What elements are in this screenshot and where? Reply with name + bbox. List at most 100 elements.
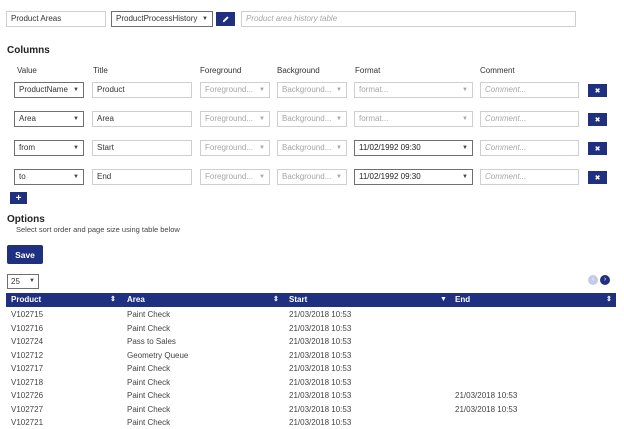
chevron-down-icon: ▼ <box>73 87 79 93</box>
format-select[interactable]: 11/02/1992 09:30 ▼ <box>354 140 473 156</box>
col-header-title: Title <box>93 66 108 75</box>
table-select[interactable]: ProductProcessHistory ▼ <box>111 11 213 27</box>
comment-input[interactable]: Comment... <box>480 111 579 127</box>
chevron-down-icon: ▼ <box>259 116 265 122</box>
area-name-field[interactable]: Product Areas <box>6 11 106 27</box>
cell-product: V102718 <box>11 377 44 387</box>
cell-area: Paint Check <box>127 364 171 373</box>
sort-both-icon[interactable]: ⇕ <box>273 293 279 307</box>
cell-end: 21/03/2018 10:53 <box>455 404 518 414</box>
chevron-down-icon: ▼ <box>259 87 265 93</box>
options-heading: Options <box>7 214 45 225</box>
add-column-button[interactable]: + <box>10 192 27 204</box>
chevron-down-icon: ▼ <box>462 116 468 122</box>
cell-start: 21/03/2018 10:53 <box>289 377 352 387</box>
title-input[interactable]: Area <box>92 111 192 127</box>
value-select[interactable]: ProductName ▼ <box>14 82 84 98</box>
comment-input[interactable]: Comment... <box>480 140 579 156</box>
value-select-text: to <box>19 172 26 181</box>
sort-both-icon[interactable]: ⇕ <box>110 293 116 307</box>
cell-end: 21/03/2018 10:53 <box>455 391 518 400</box>
format-select-text: format... <box>359 114 389 123</box>
title-input[interactable]: Start <box>92 140 192 156</box>
background-select-text: Background... <box>282 143 332 152</box>
chevron-down-icon: ▼ <box>336 116 342 122</box>
close-icon: ✖ <box>594 174 601 182</box>
prev-page-icon[interactable]: ‹ <box>588 275 598 285</box>
th-end[interactable]: End <box>455 293 470 307</box>
description-field[interactable]: Product area history table <box>241 11 576 27</box>
comment-input[interactable]: Comment... <box>480 82 579 98</box>
cell-start: 21/03/2018 10:53 <box>289 337 352 346</box>
page-size-select[interactable]: 25 ▼ <box>7 274 39 289</box>
chevron-down-icon: ▼ <box>336 87 342 93</box>
cell-start: 21/03/2018 10:53 <box>289 350 352 360</box>
table-row[interactable]: V102721 Paint Check 21/03/2018 10:53 <box>6 416 616 429</box>
cell-product: V102726 <box>11 391 44 400</box>
remove-column-button[interactable]: ✖ <box>588 171 607 184</box>
sort-both-icon[interactable]: ⇕ <box>606 293 612 307</box>
edit-table-button[interactable] <box>216 12 235 26</box>
next-page-icon[interactable]: › <box>600 275 610 285</box>
chevron-down-icon: ▼ <box>462 174 468 180</box>
cell-area: Paint Check <box>127 310 171 319</box>
title-input[interactable]: Product <box>92 82 192 98</box>
th-start[interactable]: Start <box>289 293 307 307</box>
remove-column-button[interactable]: ✖ <box>588 84 607 97</box>
remove-column-button[interactable]: ✖ <box>588 142 607 155</box>
cell-product: V102724 <box>11 337 44 346</box>
sort-desc-icon[interactable]: ▼ <box>440 293 447 307</box>
table-row[interactable]: V102726 Paint Check 21/03/2018 10:53 21/… <box>6 389 616 403</box>
table-row[interactable]: V102717 Paint Check 21/03/2018 10:53 <box>6 362 616 376</box>
cell-start: 21/03/2018 10:53 <box>289 417 352 427</box>
table-row[interactable]: V102718 Paint Check 21/03/2018 10:53 <box>6 376 616 390</box>
cell-product: V102727 <box>11 404 44 414</box>
save-button[interactable]: Save <box>7 245 43 264</box>
value-select[interactable]: Area ▼ <box>14 111 84 127</box>
foreground-select[interactable]: Foreground... ▼ <box>200 140 270 156</box>
background-select[interactable]: Background... ▼ <box>277 140 347 156</box>
cell-area: Geometry Queue <box>127 350 189 360</box>
cell-area: Paint Check <box>127 323 171 333</box>
title-input[interactable]: End <box>92 169 192 185</box>
foreground-select[interactable]: Foreground... ▼ <box>200 169 270 185</box>
cell-area: Paint Check <box>127 377 171 387</box>
th-product[interactable]: Product <box>11 293 41 307</box>
background-select[interactable]: Background... ▼ <box>277 169 347 185</box>
chevron-down-icon: ▼ <box>29 278 35 284</box>
table-row[interactable]: V102727 Paint Check 21/03/2018 10:53 21/… <box>6 403 616 417</box>
cell-product: V102721 <box>11 417 44 427</box>
chevron-down-icon: ▼ <box>336 174 342 180</box>
table-row[interactable]: V102712 Geometry Queue 21/03/2018 10:53 <box>6 349 616 363</box>
cell-start: 21/03/2018 10:53 <box>289 310 352 319</box>
format-select[interactable]: format... ▼ <box>354 111 473 127</box>
cell-area: Paint Check <box>127 417 171 427</box>
comment-input[interactable]: Comment... <box>480 169 579 185</box>
col-header-background: Background <box>277 66 320 75</box>
cell-area: Paint Check <box>127 404 171 414</box>
cell-start: 21/03/2018 10:53 <box>289 404 352 414</box>
table-row[interactable]: V102715 Paint Check 21/03/2018 10:53 <box>6 308 616 322</box>
columns-heading: Columns <box>7 45 50 56</box>
format-select[interactable]: format... ▼ <box>354 82 473 98</box>
remove-column-button[interactable]: ✖ <box>588 113 607 126</box>
format-select-text: 11/02/1992 09:30 <box>359 143 421 152</box>
background-select[interactable]: Background... ▼ <box>277 111 347 127</box>
value-select[interactable]: from ▼ <box>14 140 84 156</box>
value-select-text: Area <box>19 114 36 123</box>
foreground-select-text: Foreground... <box>205 114 254 123</box>
foreground-select[interactable]: Foreground... ▼ <box>200 111 270 127</box>
value-select-text: ProductName <box>19 85 68 94</box>
table-row[interactable]: V102724 Pass to Sales 21/03/2018 10:53 <box>6 335 616 349</box>
col-header-comment: Comment <box>480 66 515 75</box>
format-select[interactable]: 11/02/1992 09:30 ▼ <box>354 169 473 185</box>
foreground-select[interactable]: Foreground... ▼ <box>200 82 270 98</box>
background-select[interactable]: Background... ▼ <box>277 82 347 98</box>
cell-product: V102715 <box>11 310 44 319</box>
table-row[interactable]: V102716 Paint Check 21/03/2018 10:53 <box>6 322 616 336</box>
col-header-format: Format <box>355 66 381 75</box>
foreground-select-text: Foreground... <box>205 143 254 152</box>
value-select[interactable]: to ▼ <box>14 169 84 185</box>
th-area[interactable]: Area <box>127 293 145 307</box>
chevron-down-icon: ▼ <box>462 145 468 151</box>
